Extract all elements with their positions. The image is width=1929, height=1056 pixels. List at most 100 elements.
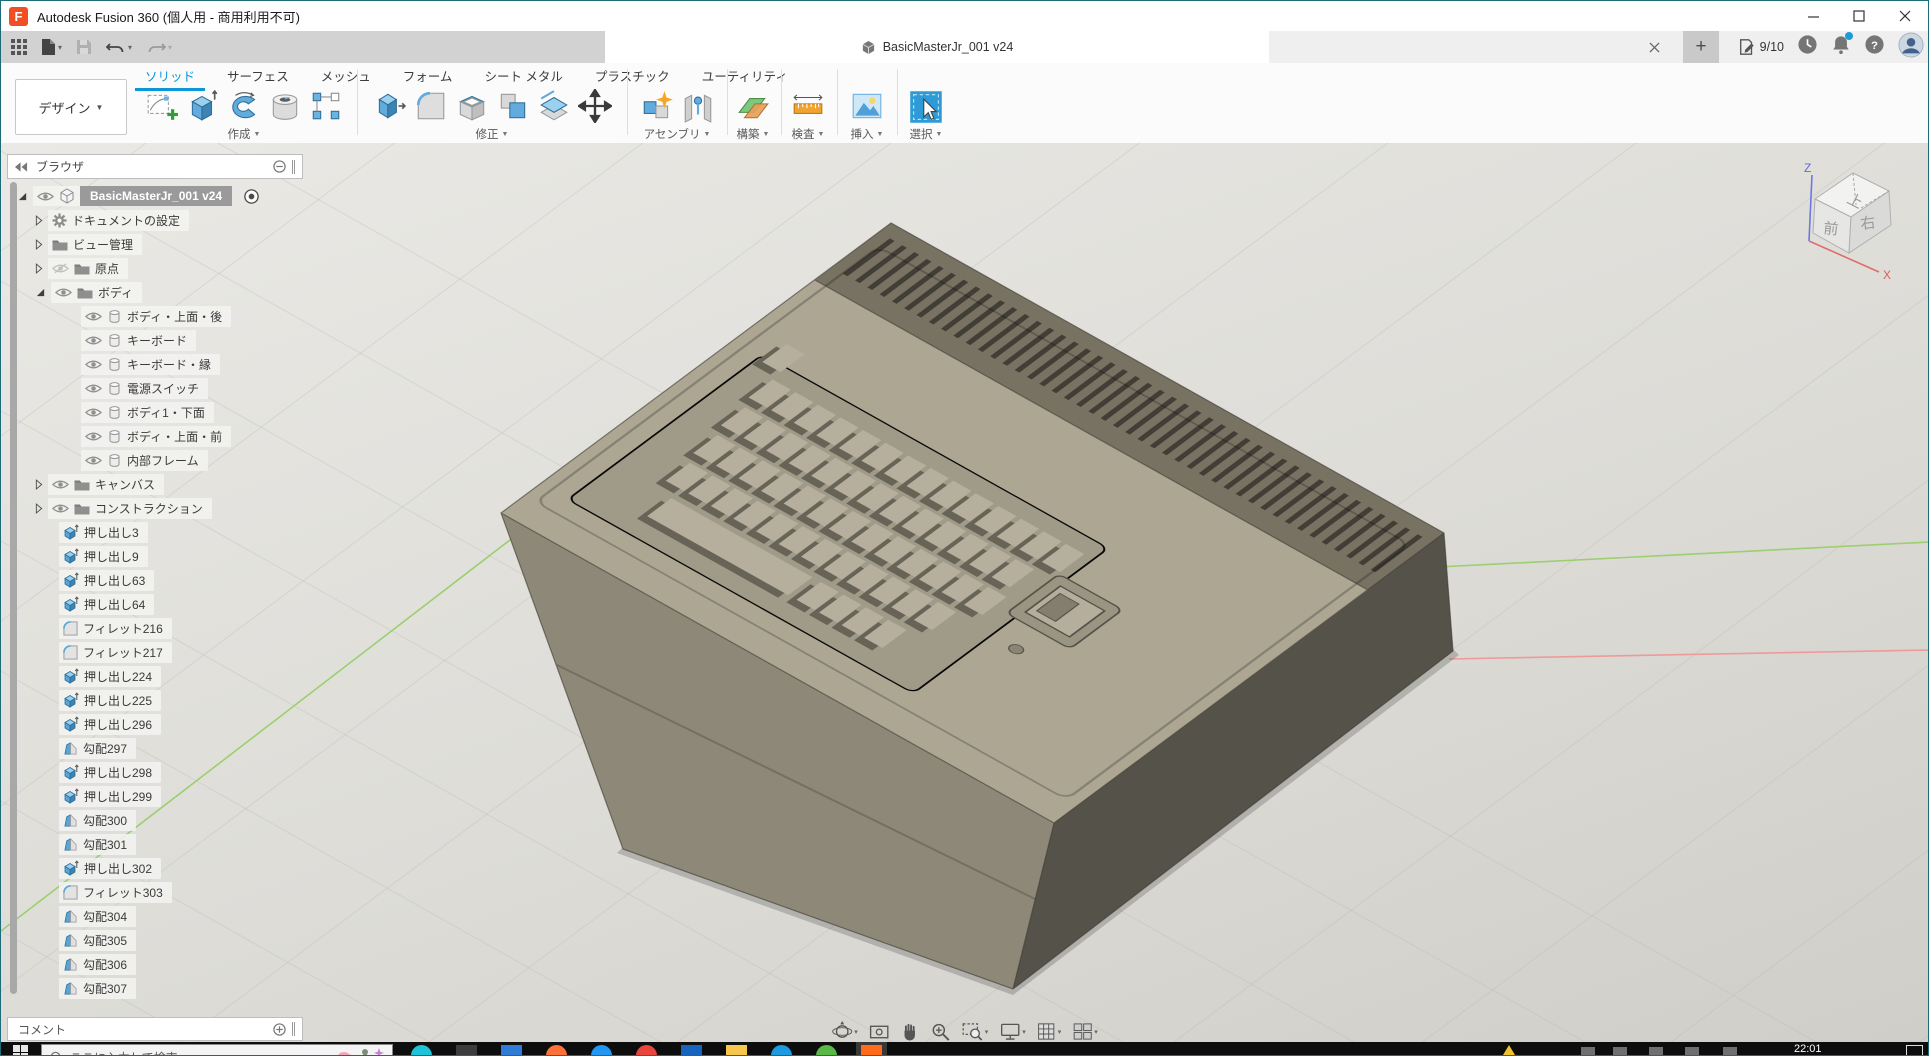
pattern-icon[interactable]	[309, 89, 343, 128]
taskbar-app-cortana[interactable]	[411, 1045, 432, 1055]
group-label-create[interactable]: 作成▼	[228, 126, 261, 142]
browser-item[interactable]: 原点	[35, 256, 128, 280]
tray-icon[interactable]	[1723, 1047, 1737, 1055]
save-icon[interactable]	[76, 39, 92, 55]
tab-surface[interactable]: サーフェス	[225, 62, 291, 89]
group-label-insert[interactable]: 挿入▼	[851, 126, 884, 142]
zoom-icon[interactable]	[931, 1022, 951, 1042]
expander-expanded-icon[interactable]	[17, 191, 28, 202]
group-label-assemble[interactable]: アセンブリ▼	[644, 126, 711, 142]
browser-item[interactable]: 押し出し302	[59, 856, 161, 880]
browser-item[interactable]: ボディ	[35, 280, 142, 304]
browser-item[interactable]: フィレット217	[59, 640, 172, 664]
browser-item[interactable]: 押し出し64	[59, 592, 154, 616]
expander-expanded-icon[interactable]	[35, 287, 46, 298]
action-center-icon[interactable]	[1906, 1045, 1923, 1055]
browser-item[interactable]: ボディ・上面・後	[81, 304, 231, 328]
visibility-eye-icon[interactable]	[85, 383, 102, 394]
fillet-icon[interactable]	[414, 89, 448, 128]
browser-item-label[interactable]: ボディ・上面・後	[127, 308, 222, 325]
browser-item[interactable]: ボディ1・下面	[81, 400, 214, 424]
comments-panel-header[interactable]: コメント	[7, 1017, 303, 1041]
browser-item[interactable]: フィレット303	[59, 880, 172, 904]
browser-scrollbar[interactable]	[10, 182, 17, 994]
browser-item-label[interactable]: ボディ	[98, 284, 133, 301]
browser-item[interactable]: ドキュメントの設定	[35, 208, 189, 232]
taskbar-app-fusion-360[interactable]	[861, 1045, 882, 1055]
expander-collapsed-icon[interactable]	[35, 479, 43, 490]
new-component-icon[interactable]	[640, 89, 674, 128]
revolve-icon[interactable]	[227, 89, 261, 128]
browser-item-label[interactable]: キーボード・縁	[127, 356, 211, 373]
notifications-bell-icon[interactable]	[1831, 34, 1851, 60]
browser-item[interactable]: 電源スイッチ	[81, 376, 208, 400]
browser-item[interactable]: キーボード・縁	[81, 352, 220, 376]
visibility-eye-icon[interactable]	[85, 455, 102, 466]
browser-item-label[interactable]: 勾配307	[83, 980, 127, 997]
visibility-eye-icon[interactable]	[85, 359, 102, 370]
browser-item[interactable]: 勾配301	[59, 832, 136, 856]
browser-item-label[interactable]: 勾配306	[83, 956, 127, 973]
browser-item[interactable]: 内部フレーム	[81, 448, 208, 472]
expander-collapsed-icon[interactable]	[35, 215, 43, 226]
browser-item-label[interactable]: 押し出し225	[84, 692, 152, 709]
browser-item[interactable]: キーボード	[81, 328, 196, 352]
visibility-eye-icon[interactable]	[37, 191, 54, 202]
app-grid-menu-icon[interactable]	[11, 39, 27, 55]
browser-item-label[interactable]: 押し出し299	[84, 788, 152, 805]
browser-item-label[interactable]: フィレット217	[83, 644, 163, 661]
tab-mesh[interactable]: メッシュ	[319, 62, 373, 89]
visibility-eye-icon[interactable]	[85, 407, 102, 418]
panel-grip[interactable]	[291, 160, 296, 174]
minimize-button[interactable]	[1790, 1, 1836, 31]
browser-item[interactable]: ビュー管理	[35, 232, 142, 256]
browser-item[interactable]: 勾配304	[59, 904, 136, 928]
orbit-icon[interactable]: ▾	[831, 1021, 858, 1042]
browser-item[interactable]: 勾配297	[59, 736, 136, 760]
start-button[interactable]	[13, 1045, 29, 1055]
group-label-inspect[interactable]: 検査▼	[792, 126, 825, 142]
minus-circle-icon[interactable]	[273, 160, 286, 173]
tray-warning-icon[interactable]	[1500, 1045, 1518, 1055]
browser-item-label[interactable]: 押し出し64	[84, 596, 145, 613]
browser-item-label[interactable]: 押し出し302	[84, 860, 152, 877]
browser-item-label[interactable]: 電源スイッチ	[127, 380, 199, 397]
browser-item-label[interactable]: 押し出し3	[84, 524, 139, 541]
browser-item[interactable]: 勾配306	[59, 952, 136, 976]
maximize-button[interactable]	[1836, 1, 1882, 31]
undo-icon[interactable]: ▾	[106, 40, 132, 55]
basicmaster-3d-model[interactable]	[501, 223, 1459, 995]
visibility-eye-icon[interactable]	[52, 503, 69, 514]
tray-icon[interactable]	[1649, 1047, 1663, 1055]
create-sketch-icon[interactable]	[145, 89, 179, 128]
tray-icon[interactable]	[1613, 1047, 1627, 1055]
browser-item[interactable]: BasicMasterJr_001 v24	[17, 184, 260, 208]
tray-icon[interactable]	[1581, 1047, 1595, 1055]
taskbar-search-box[interactable]: ここに入力して検索	[41, 1044, 393, 1055]
browser-item-label[interactable]: 押し出し298	[84, 764, 152, 781]
tab-sheetmetal[interactable]: シート メタル	[482, 62, 564, 89]
visibility-eye-icon[interactable]	[52, 263, 69, 274]
look-at-icon[interactable]	[869, 1023, 890, 1041]
move-icon[interactable]	[578, 89, 612, 128]
tab-utilities[interactable]: ユーティリティ	[700, 62, 790, 89]
browser-item-label[interactable]: ボディ1・下面	[127, 404, 205, 421]
visibility-eye-icon[interactable]	[52, 479, 69, 490]
press-pull-icon[interactable]	[373, 89, 407, 128]
file-menu-icon[interactable]: ▾	[41, 38, 62, 56]
tray-ime-icon[interactable]	[1685, 1047, 1699, 1055]
expander-collapsed-icon[interactable]	[35, 239, 43, 250]
construction-plane-icon[interactable]	[736, 89, 770, 128]
browser-item-label[interactable]: ドキュメントの設定	[72, 212, 180, 229]
new-tab-button[interactable]: +	[1683, 31, 1719, 63]
browser-item[interactable]: 押し出し299	[59, 784, 161, 808]
browser-item-label[interactable]: 原点	[95, 260, 119, 277]
browser-item-label[interactable]: キャンバス	[95, 476, 155, 493]
help-icon[interactable]: ?	[1864, 34, 1885, 60]
browser-item[interactable]: 押し出し225	[59, 688, 161, 712]
visibility-eye-icon[interactable]	[55, 287, 72, 298]
redo-icon[interactable]: ▾	[146, 40, 172, 55]
browser-item-label[interactable]: 押し出し9	[84, 548, 139, 565]
combine-icon[interactable]	[496, 89, 530, 128]
browser-item-label[interactable]: 勾配304	[83, 908, 127, 925]
